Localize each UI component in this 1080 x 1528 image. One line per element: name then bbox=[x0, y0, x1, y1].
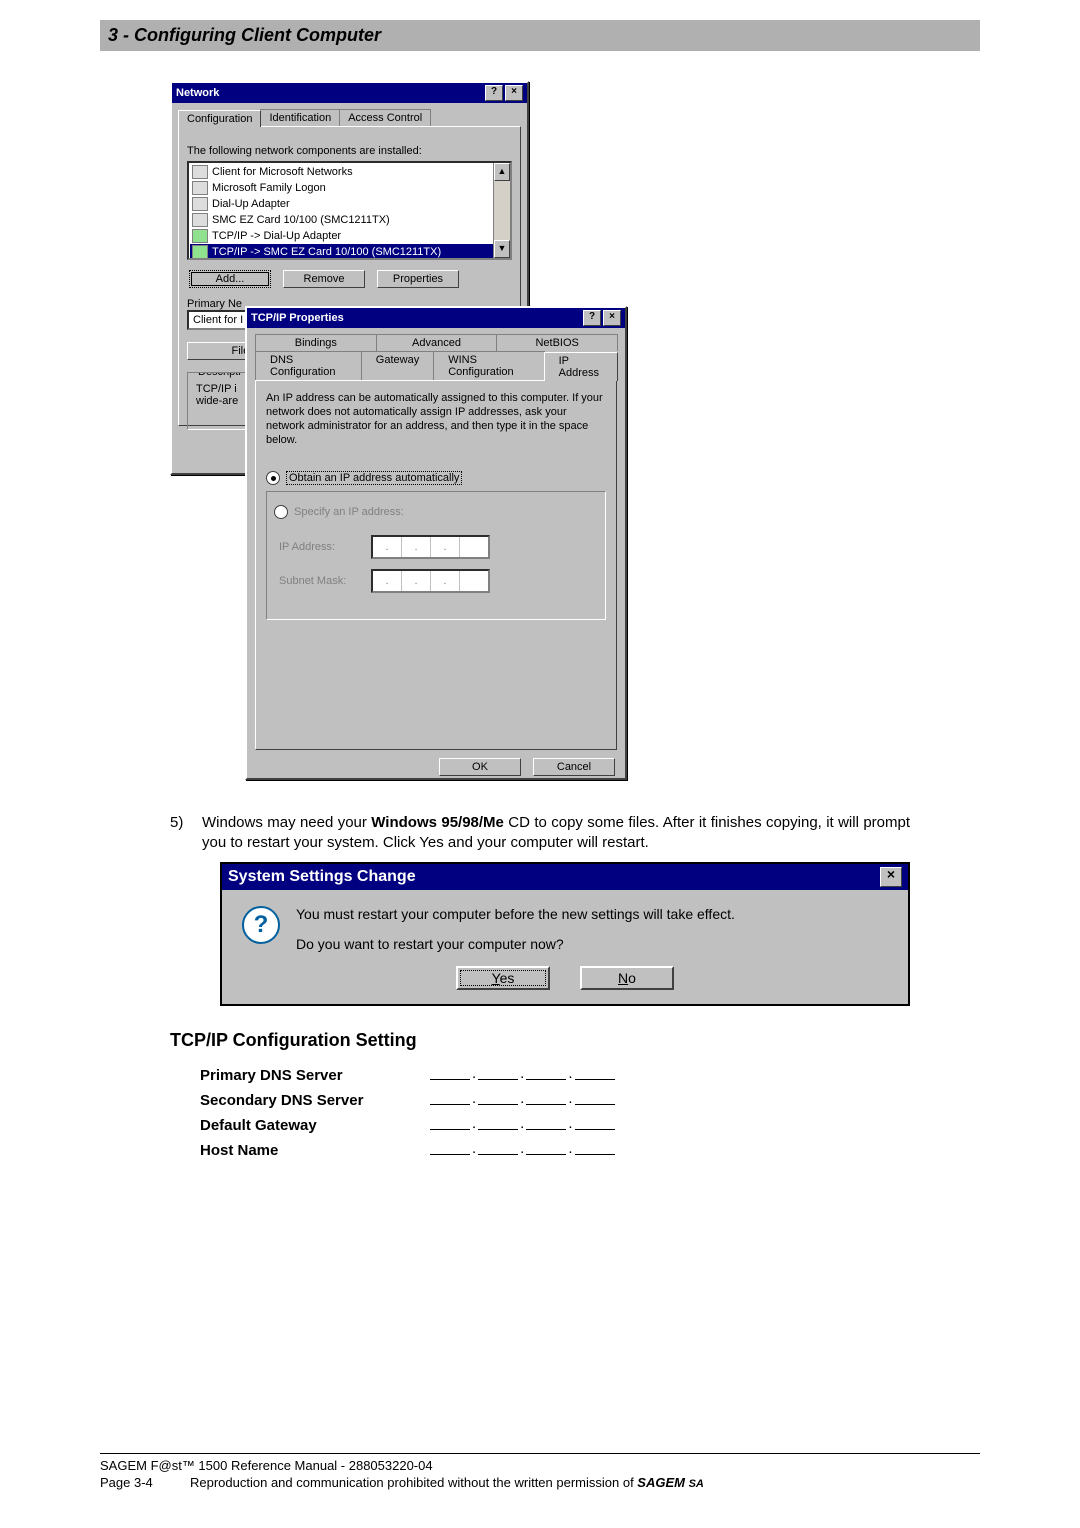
listbox-scrollbar[interactable]: ▲ ▼ bbox=[493, 163, 510, 258]
list-item[interactable]: TCP/IP -> Dial-Up Adapter bbox=[190, 228, 509, 244]
primary-dns-blank: ... bbox=[430, 1065, 615, 1084]
yes-button[interactable]: Yes bbox=[456, 966, 550, 990]
tcpip-title: TCP/IP Properties bbox=[251, 312, 344, 324]
properties-button[interactable]: Properties bbox=[377, 270, 459, 288]
default-gateway-blank: ... bbox=[430, 1115, 615, 1134]
close-icon[interactable]: × bbox=[880, 867, 902, 887]
network-tabs: Configuration Identification Access Cont… bbox=[178, 109, 521, 126]
help-icon[interactable]: ? bbox=[485, 85, 503, 101]
ip-address-label: IP Address: bbox=[279, 541, 359, 553]
restart-title: System Settings Change bbox=[228, 868, 416, 886]
description-legend: Descripti bbox=[194, 372, 245, 378]
cancel-button[interactable]: Cancel bbox=[533, 758, 615, 776]
question-icon: ? bbox=[242, 906, 280, 944]
components-listbox[interactable]: Client for Microsoft Networks Microsoft … bbox=[187, 161, 512, 260]
help-icon[interactable]: ? bbox=[583, 310, 601, 326]
tcpip-tabs: Bindings Advanced NetBIOS DNS Configurat… bbox=[255, 334, 617, 380]
adapter-icon bbox=[192, 213, 208, 227]
page-header: 3 - Configuring Client Computer bbox=[100, 20, 980, 51]
tcpip-properties-dialog: TCP/IP Properties ? × Bindings Advanced … bbox=[245, 306, 627, 780]
tab-bindings[interactable]: Bindings bbox=[255, 334, 377, 351]
radio-on-icon bbox=[266, 471, 280, 485]
add-button[interactable]: Add... bbox=[189, 270, 271, 288]
list-item[interactable]: Microsoft Family Logon bbox=[190, 180, 509, 196]
tab-gateway[interactable]: Gateway bbox=[361, 351, 434, 380]
step-5-text: 5) Windows may need your Windows 95/98/M… bbox=[170, 813, 910, 852]
tab-dns-configuration[interactable]: DNS Configuration bbox=[255, 351, 362, 380]
step-number: 5) bbox=[170, 813, 190, 852]
tab-access-control[interactable]: Access Control bbox=[339, 109, 431, 126]
network-titlebar: Network ? × bbox=[172, 83, 527, 103]
radio-obtain-automatically[interactable]: Obtain an IP address automatically bbox=[266, 471, 606, 485]
radio-off-icon bbox=[274, 505, 288, 519]
client-icon bbox=[192, 165, 208, 179]
tab-identification[interactable]: Identification bbox=[260, 109, 340, 126]
screenshot-area: Network ? × Configuration Identification… bbox=[170, 81, 980, 801]
tcpip-config-table: Primary DNS Server ... Secondary DNS Ser… bbox=[200, 1065, 910, 1159]
adapter-icon bbox=[192, 197, 208, 211]
specify-ip-group: Specify an IP address: IP Address: ... S… bbox=[266, 491, 606, 620]
protocol-icon bbox=[192, 245, 208, 259]
network-title: Network bbox=[176, 87, 219, 99]
list-item[interactable]: Client for Microsoft Networks bbox=[190, 164, 509, 180]
protocol-icon bbox=[192, 229, 208, 243]
tab-netbios[interactable]: NetBIOS bbox=[496, 334, 618, 351]
client-icon bbox=[192, 181, 208, 195]
ip-address-input[interactable]: ... bbox=[371, 535, 490, 559]
tab-configuration[interactable]: Configuration bbox=[178, 110, 261, 127]
no-button[interactable]: No bbox=[580, 966, 674, 990]
scroll-up-icon[interactable]: ▲ bbox=[494, 163, 510, 181]
ok-button[interactable]: OK bbox=[439, 758, 521, 776]
scroll-down-icon[interactable]: ▼ bbox=[494, 240, 510, 258]
remove-button[interactable]: Remove bbox=[283, 270, 365, 288]
secondary-dns-blank: ... bbox=[430, 1090, 615, 1109]
tcpip-config-section-title: TCP/IP Configuration Setting bbox=[170, 1030, 910, 1051]
footer-line1: SAGEM F@st™ 1500 Reference Manual - 2880… bbox=[100, 1458, 980, 1473]
subnet-mask-label: Subnet Mask: bbox=[279, 575, 359, 587]
close-icon[interactable]: × bbox=[603, 310, 621, 326]
system-settings-change-dialog: System Settings Change × ? You must rest… bbox=[220, 862, 910, 1006]
primary-dns-label: Primary DNS Server bbox=[200, 1067, 430, 1084]
list-item[interactable]: SMC EZ Card 10/100 (SMC1211TX) bbox=[190, 212, 509, 228]
ip-address-pane: An IP address can be automatically assig… bbox=[255, 380, 617, 750]
footer-line2: Reproduction and communication prohibite… bbox=[190, 1475, 704, 1490]
tab-ip-address[interactable]: IP Address bbox=[544, 352, 618, 381]
tab-advanced[interactable]: Advanced bbox=[376, 334, 498, 351]
description-text: TCP/IP i wide-are bbox=[196, 383, 238, 407]
components-label: The following network components are ins… bbox=[187, 145, 512, 157]
host-name-blank: ... bbox=[430, 1140, 615, 1159]
close-icon[interactable]: × bbox=[505, 85, 523, 101]
tab-wins-configuration[interactable]: WINS Configuration bbox=[433, 351, 544, 380]
default-gateway-label: Default Gateway bbox=[200, 1117, 430, 1134]
page-footer: SAGEM F@st™ 1500 Reference Manual - 2880… bbox=[100, 1453, 980, 1490]
list-item-selected[interactable]: TCP/IP -> SMC EZ Card 10/100 (SMC1211TX) bbox=[190, 244, 509, 260]
secondary-dns-label: Secondary DNS Server bbox=[200, 1092, 430, 1109]
list-item[interactable]: Dial-Up Adapter bbox=[190, 196, 509, 212]
radio-specify-ip[interactable]: Specify an IP address: bbox=[274, 505, 410, 519]
ip-description: An IP address can be automatically assig… bbox=[266, 391, 606, 447]
host-name-label: Host Name bbox=[200, 1142, 430, 1159]
restart-line2: Do you want to restart your computer now… bbox=[296, 936, 735, 952]
restart-line1: You must restart your computer before th… bbox=[296, 906, 735, 922]
subnet-mask-input[interactable]: ... bbox=[371, 569, 490, 593]
page-number: Page 3-4 bbox=[100, 1475, 190, 1490]
tcpip-titlebar: TCP/IP Properties ? × bbox=[247, 308, 625, 328]
